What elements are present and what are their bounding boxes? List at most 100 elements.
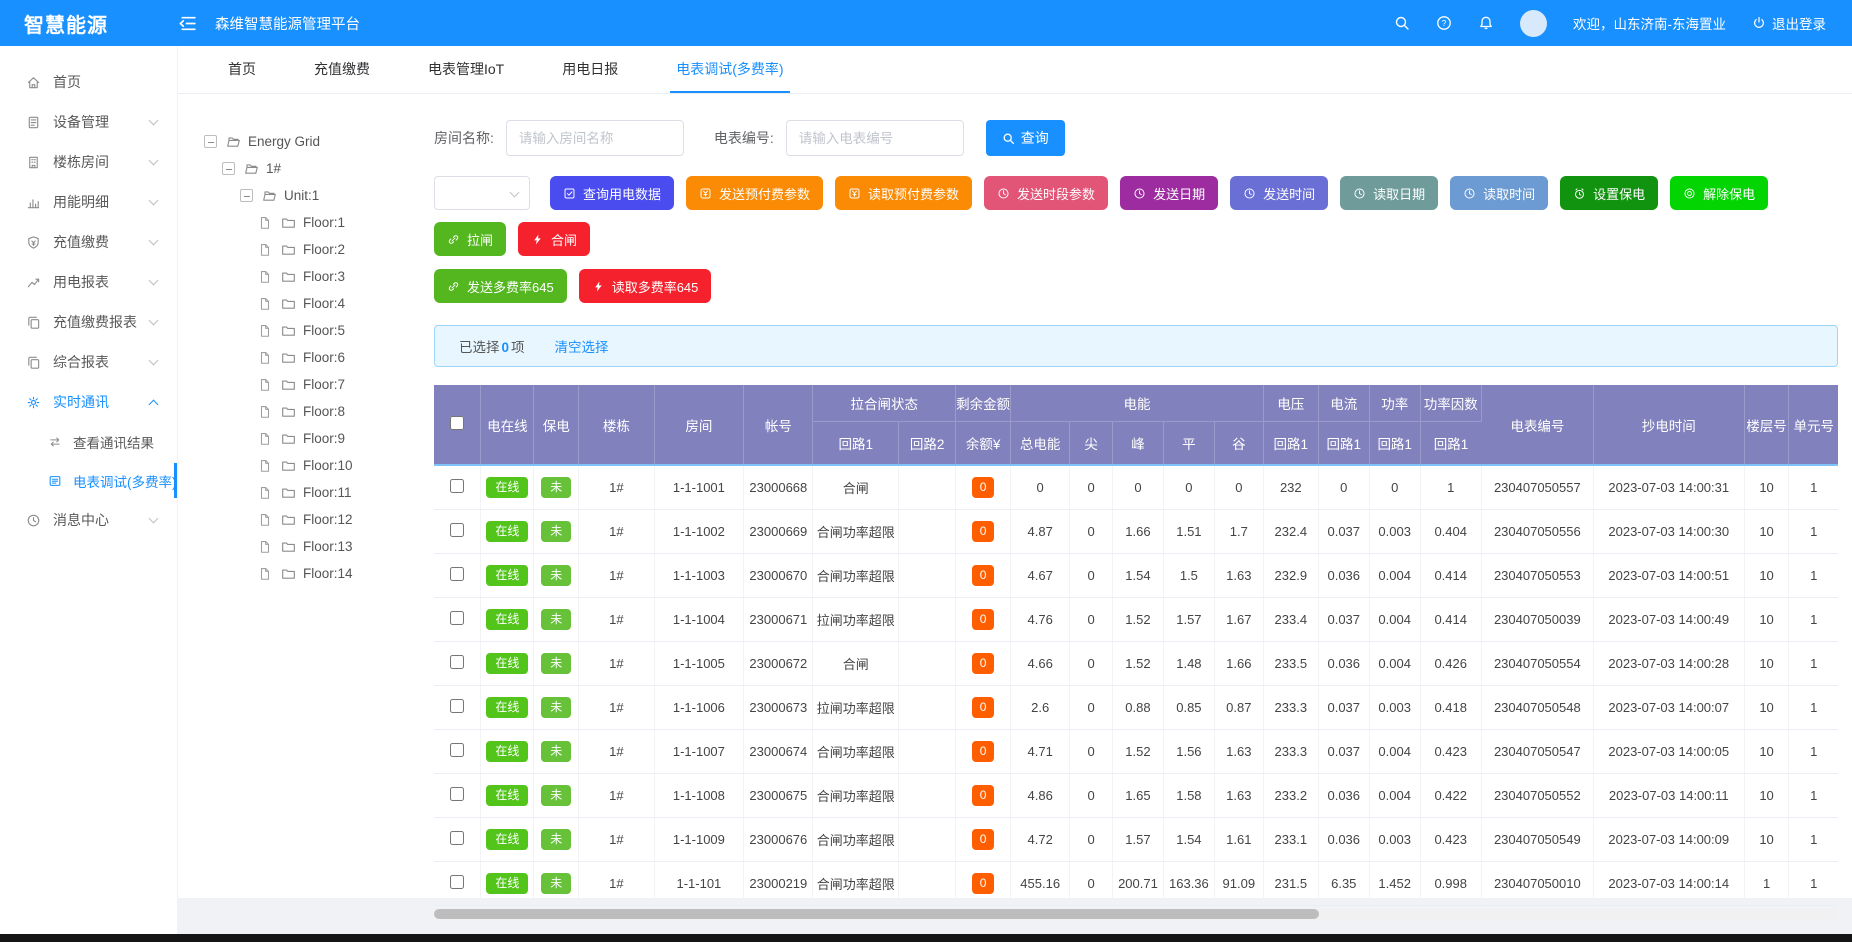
scrollbar-thumb[interactable]: [434, 909, 1319, 919]
action-button-发送日期[interactable]: 发送日期: [1120, 176, 1218, 210]
tree-node-Floor:3[interactable]: Floor:3: [204, 263, 434, 290]
row-checkbox[interactable]: [450, 655, 464, 669]
sidebar-item-实时通讯[interactable]: 实时通讯: [0, 382, 177, 422]
horizontal-scrollbar[interactable]: [434, 909, 1838, 919]
row-checkbox[interactable]: [450, 699, 464, 713]
tab-充值缴费[interactable]: 充值缴费: [308, 46, 376, 93]
tree-node-Floor:9[interactable]: Floor:9: [204, 425, 434, 452]
action-button-查询用电数据[interactable]: 查询用电数据: [550, 176, 674, 210]
row-checkbox[interactable]: [450, 875, 464, 889]
action-button-读取多费率645[interactable]: 读取多费率645: [579, 269, 712, 303]
action-button-解除保电[interactable]: 解除保电: [1670, 176, 1768, 210]
sidebar-item-充值缴费报表[interactable]: 充值缴费报表: [0, 302, 177, 342]
cell-circuit1: 合闸功率超限: [813, 817, 899, 861]
action-button-读取时间[interactable]: 读取时间: [1450, 176, 1548, 210]
action-button-发送多费率645[interactable]: 发送多费率645: [434, 269, 567, 303]
row-checkbox[interactable]: [450, 567, 464, 581]
row-checkbox[interactable]: [450, 523, 464, 537]
action-button-读取预付费参数[interactable]: 读取预付费参数: [835, 176, 972, 210]
action-button-读取日期[interactable]: 读取日期: [1340, 176, 1438, 210]
cell-energy: 1.51: [1163, 509, 1214, 553]
bell-icon[interactable]: [1478, 15, 1494, 31]
cell-power: 1.452: [1369, 861, 1420, 905]
select-all-checkbox[interactable]: [450, 416, 464, 430]
action-button-合闸[interactable]: 合闸: [518, 222, 590, 256]
action-button-发送预付费参数[interactable]: 发送预付费参数: [686, 176, 823, 210]
tree-node-Floor:12[interactable]: Floor:12: [204, 506, 434, 533]
cell-meter-no: 230407050553: [1481, 553, 1593, 597]
tree-node-Floor:13[interactable]: Floor:13: [204, 533, 434, 560]
logout-button[interactable]: 退出登录: [1752, 13, 1826, 33]
cell-room: 1-1-1001: [654, 465, 744, 509]
search-icon[interactable]: [1394, 15, 1410, 31]
search-button[interactable]: 查询: [986, 120, 1065, 156]
cell-energy: 4.87: [1011, 509, 1070, 553]
sidebar-item-用电报表[interactable]: 用电报表: [0, 262, 177, 302]
cell-balance: 0: [956, 553, 1011, 597]
cell-room: 1-1-1002: [654, 509, 744, 553]
sidebar-item-消息中心[interactable]: 消息中心: [0, 500, 177, 540]
tree-node-Floor:14[interactable]: Floor:14: [204, 560, 434, 587]
row-checkbox[interactable]: [450, 787, 464, 801]
sidebar-item-楼栋房间[interactable]: 楼栋房间: [0, 142, 177, 182]
tab-电表调试(多费率)[interactable]: 电表调试(多费率): [670, 46, 789, 93]
action-button-设置保电[interactable]: 设置保电: [1560, 176, 1658, 210]
cell-select: [434, 641, 481, 685]
room-name-input[interactable]: [506, 120, 684, 156]
action-row-1: 查询用电数据发送预付费参数 读取预付费参数 发送时段参数发送日期发送时间读取日期读取…: [434, 176, 1838, 256]
clear-selection-link[interactable]: 清空选择: [555, 336, 609, 356]
clock-icon: [1353, 187, 1366, 200]
action-button-发送时段参数[interactable]: 发送时段参数: [984, 176, 1108, 210]
tree-node-Floor:4[interactable]: Floor:4: [204, 290, 434, 317]
sidebar-subitem-电表调试(多费率)[interactable]: 电表调试(多费率): [0, 461, 177, 500]
tree-node-Energy Grid[interactable]: Energy Grid: [204, 128, 434, 155]
sidebar-item-首页[interactable]: 首页: [0, 62, 177, 102]
collapse-expander-icon[interactable]: [222, 162, 235, 175]
collapse-expander-icon[interactable]: [240, 189, 253, 202]
tab-首页[interactable]: 首页: [222, 46, 262, 93]
tree-node-Floor:1[interactable]: Floor:1: [204, 209, 434, 236]
tree-node-Floor:6[interactable]: Floor:6: [204, 344, 434, 371]
collapse-expander-icon[interactable]: [204, 135, 217, 148]
row-checkbox[interactable]: [450, 479, 464, 493]
cell-factor: 0.404: [1420, 509, 1481, 553]
action-button-label: 读取预付费参数: [868, 184, 959, 203]
cell-room: 1-1-1007: [654, 729, 744, 773]
collapse-menu-icon[interactable]: [178, 15, 197, 32]
table-row: 在线未1#1-1-100823000675合闸功率超限04.8601.651.5…: [434, 773, 1838, 817]
tree-node-Unit:1[interactable]: Unit:1: [204, 182, 434, 209]
tab-电表管理IoT[interactable]: 电表管理IoT: [422, 46, 510, 93]
cell-building: 1#: [579, 597, 654, 641]
meter-no-input[interactable]: [786, 120, 964, 156]
sidebar-item-充值缴费[interactable]: 充值缴费: [0, 222, 177, 262]
tree-node-Floor:11[interactable]: Floor:11: [204, 479, 434, 506]
row-checkbox[interactable]: [450, 831, 464, 845]
sidebar-item-用能明细[interactable]: 用能明细: [0, 182, 177, 222]
tree-node-Floor:7[interactable]: Floor:7: [204, 371, 434, 398]
row-checkbox[interactable]: [450, 611, 464, 625]
sidebar-item-设备管理[interactable]: 设备管理: [0, 102, 177, 142]
avatar[interactable]: [1520, 10, 1547, 37]
tree-node-Floor:10[interactable]: Floor:10: [204, 452, 434, 479]
cell-unit-no: 1: [1789, 465, 1838, 509]
help-icon[interactable]: ?: [1436, 15, 1452, 31]
alarm-icon: [1573, 187, 1586, 200]
swap-icon: [48, 435, 63, 449]
cell-circuit2: [899, 509, 956, 553]
meter-type-select[interactable]: [434, 176, 530, 210]
tree-node-Floor:5[interactable]: Floor:5: [204, 317, 434, 344]
sidebar-item-综合报表[interactable]: 综合报表: [0, 342, 177, 382]
power-icon: [1752, 16, 1766, 30]
action-button-发送时间[interactable]: 发送时间: [1230, 176, 1328, 210]
tree-node-Floor:8[interactable]: Floor:8: [204, 398, 434, 425]
yen-icon: [848, 187, 861, 200]
tree-node-Floor:2[interactable]: Floor:2: [204, 236, 434, 263]
action-button-拉闸[interactable]: 拉闸: [434, 222, 506, 256]
tab-用电日报[interactable]: 用电日报: [556, 46, 624, 93]
sidebar-subitem-查看通讯结果[interactable]: 查看通讯结果: [0, 422, 177, 461]
folder-icon: [281, 269, 296, 284]
row-checkbox[interactable]: [450, 743, 464, 757]
content-card: Energy Grid1#Unit:1Floor:1Floor:2Floor:3…: [178, 94, 1852, 898]
tree-node-1#[interactable]: 1#: [204, 155, 434, 182]
sidebar-item-label: 消息中心: [53, 510, 109, 530]
